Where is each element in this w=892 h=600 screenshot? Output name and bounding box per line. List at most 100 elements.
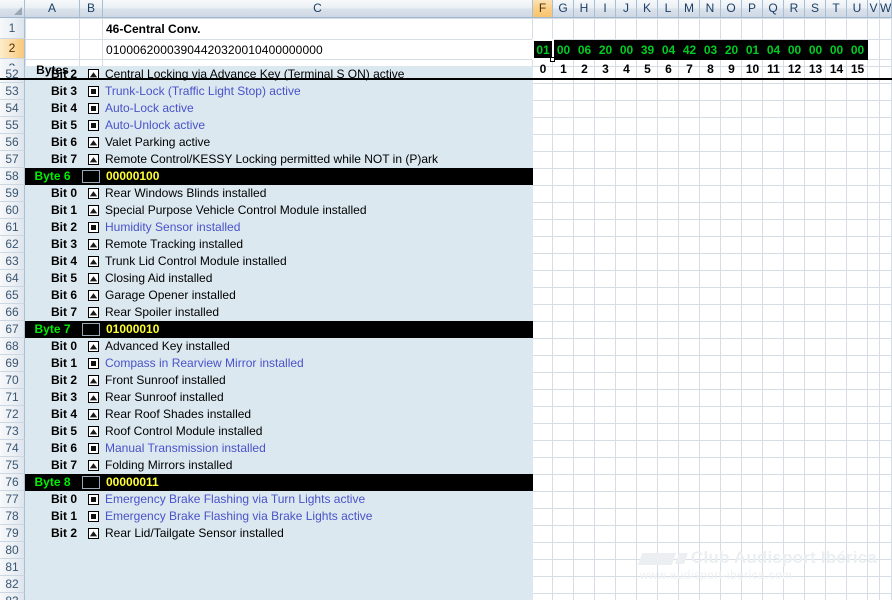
row-header-55[interactable]: 55 (0, 117, 25, 134)
checkbox-checked-icon[interactable] (85, 423, 101, 440)
column-header-q[interactable]: Q (763, 0, 784, 17)
row-header-74[interactable]: 74 (0, 440, 25, 457)
row-header-59[interactable]: 59 (0, 185, 25, 202)
row-header-66[interactable]: 66 (0, 304, 25, 321)
row-header-69[interactable]: 69 (0, 355, 25, 372)
row-header-81[interactable]: 81 (0, 559, 25, 576)
row-header-68[interactable]: 68 (0, 338, 25, 355)
checkbox-unchecked-icon[interactable] (85, 219, 101, 236)
row-header-54[interactable]: 54 (0, 100, 25, 117)
row-header-60[interactable]: 60 (0, 202, 25, 219)
checkbox-unchecked-icon[interactable] (85, 117, 101, 134)
spreadsheet-canvas[interactable]: Club Audisport Ibérica www.audisport-ibe… (0, 0, 892, 600)
row-header-2[interactable]: 2 (0, 39, 25, 59)
row-header-80[interactable]: 80 (0, 542, 25, 559)
checkbox-unchecked-icon[interactable] (85, 83, 101, 100)
row-header-56[interactable]: 56 (0, 134, 25, 151)
row-header-72[interactable]: 72 (0, 406, 25, 423)
column-header-v[interactable]: V (868, 0, 880, 17)
row-header-82[interactable]: 82 (0, 576, 25, 593)
row-header-61[interactable]: 61 (0, 219, 25, 236)
checkbox-checked-icon[interactable] (85, 202, 101, 219)
row-header-53[interactable]: 53 (0, 83, 25, 100)
row-header-76[interactable]: 76 (0, 474, 25, 491)
column-header-u[interactable]: U (847, 0, 868, 17)
hex-value-11[interactable]: 04 (763, 40, 784, 60)
row-header-62[interactable]: 62 (0, 236, 25, 253)
hex-value-1[interactable]: 00 (553, 40, 574, 60)
checkbox-checked-icon[interactable] (85, 457, 101, 474)
hex-value-14[interactable]: 00 (826, 40, 847, 60)
hex-value-15[interactable]: 00 (847, 40, 868, 60)
hex-value-2[interactable]: 06 (574, 40, 595, 60)
checkbox-checked-icon[interactable] (85, 151, 101, 168)
row-header-77[interactable]: 77 (0, 491, 25, 508)
byte-index-12: 12 (787, 62, 802, 76)
hex-value-7[interactable]: 42 (679, 40, 700, 60)
checkbox-checked-icon[interactable] (85, 406, 101, 423)
row-header-67[interactable]: 67 (0, 321, 25, 338)
checkbox-checked-icon[interactable] (85, 236, 101, 253)
row-header-75[interactable]: 75 (0, 457, 25, 474)
column-header-t[interactable]: T (826, 0, 847, 17)
row-header-1[interactable]: 1 (0, 18, 25, 39)
hex-value-8[interactable]: 03 (700, 40, 721, 60)
column-header-a[interactable]: A (25, 0, 80, 17)
hex-value-5[interactable]: 39 (637, 40, 658, 60)
row-header-58[interactable]: 58 (0, 168, 25, 185)
checkbox-checked-icon[interactable] (85, 287, 101, 304)
hex-value-3[interactable]: 20 (595, 40, 616, 60)
checkbox-checked-icon[interactable] (85, 185, 101, 202)
row-header-78[interactable]: 78 (0, 508, 25, 525)
gridline-v (879, 18, 880, 600)
column-header-c[interactable]: C (103, 0, 533, 17)
column-header-s[interactable]: S (805, 0, 826, 17)
row-header-65[interactable]: 65 (0, 287, 25, 304)
column-header-w[interactable]: W (880, 0, 892, 17)
checkbox-checked-icon[interactable] (85, 338, 101, 355)
row-header-83[interactable]: 83 (0, 593, 25, 600)
checkbox-unchecked-icon[interactable] (85, 508, 101, 525)
hex-value-12[interactable]: 00 (784, 40, 805, 60)
checkbox-checked-icon[interactable] (85, 134, 101, 151)
column-header-m[interactable]: M (679, 0, 700, 17)
hex-value-9[interactable]: 20 (721, 40, 742, 60)
column-header-h[interactable]: H (574, 0, 595, 17)
hex-value-6[interactable]: 04 (658, 40, 679, 60)
row-header-79[interactable]: 79 (0, 525, 25, 542)
column-header-g[interactable]: G (553, 0, 574, 17)
column-header-i[interactable]: I (595, 0, 616, 17)
column-header-f[interactable]: F (533, 0, 553, 17)
hex-value-4[interactable]: 00 (616, 40, 637, 60)
row-header-73[interactable]: 73 (0, 423, 25, 440)
checkbox-checked-icon[interactable] (85, 389, 101, 406)
column-header-n[interactable]: N (700, 0, 721, 17)
column-header-o[interactable]: O (721, 0, 742, 17)
checkbox-checked-icon[interactable] (85, 372, 101, 389)
fill-handle[interactable] (550, 57, 555, 62)
row-header-63[interactable]: 63 (0, 253, 25, 270)
select-all-corner[interactable] (0, 0, 25, 17)
checkbox-checked-icon[interactable] (85, 66, 101, 83)
column-header-r[interactable]: R (784, 0, 805, 17)
checkbox-unchecked-icon[interactable] (85, 355, 101, 372)
hex-value-10[interactable]: 01 (742, 40, 763, 60)
row-header-64[interactable]: 64 (0, 270, 25, 287)
row-header-57[interactable]: 57 (0, 151, 25, 168)
column-header-l[interactable]: L (658, 0, 679, 17)
hex-value-13[interactable]: 00 (805, 40, 826, 60)
column-header-p[interactable]: P (742, 0, 763, 17)
checkbox-checked-icon[interactable] (85, 253, 101, 270)
column-header-j[interactable]: J (616, 0, 637, 17)
checkbox-checked-icon[interactable] (85, 304, 101, 321)
checkbox-unchecked-icon[interactable] (85, 491, 101, 508)
checkbox-checked-icon[interactable] (85, 525, 101, 542)
row-header-52[interactable]: 52 (0, 66, 25, 83)
checkbox-unchecked-icon[interactable] (85, 100, 101, 117)
column-header-k[interactable]: K (637, 0, 658, 17)
checkbox-checked-icon[interactable] (85, 270, 101, 287)
checkbox-unchecked-icon[interactable] (85, 440, 101, 457)
row-header-71[interactable]: 71 (0, 389, 25, 406)
column-header-b[interactable]: B (80, 0, 103, 17)
row-header-70[interactable]: 70 (0, 372, 25, 389)
